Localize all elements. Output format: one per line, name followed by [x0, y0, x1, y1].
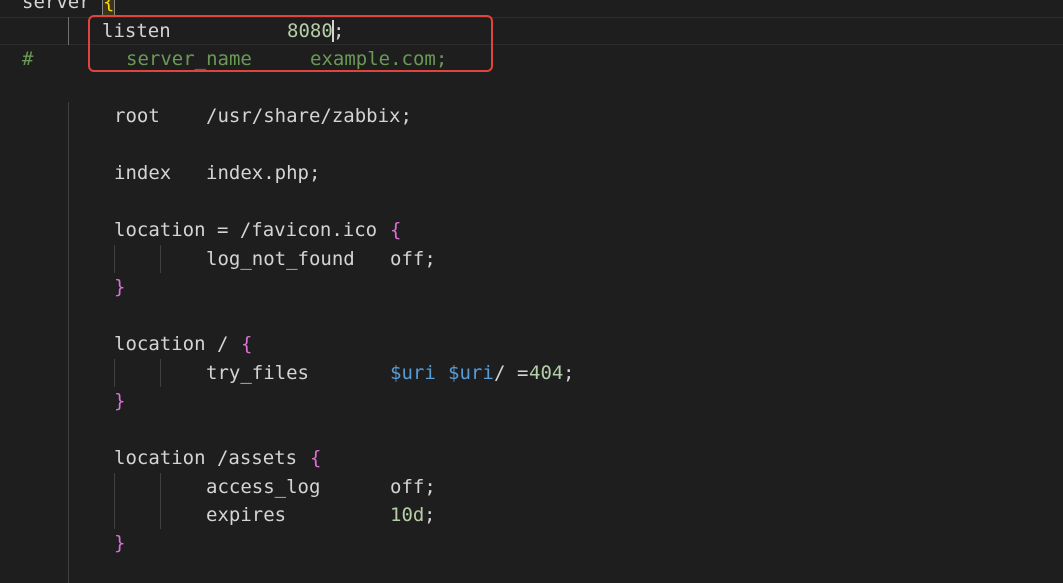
code-line-server[interactable]: server { [0, 0, 116, 17]
code-line-log-not-found[interactable]: log_not_found off; [0, 245, 436, 273]
location-root-close-brace: } [114, 390, 126, 412]
expires-semicolon: ; [424, 504, 436, 526]
indent-guide-root-block-2 [160, 359, 161, 387]
code-line-try-files[interactable]: try_files $uri $uri / = 404 ; [0, 359, 574, 387]
comment-hash: # [22, 48, 34, 70]
server-keyword: server [22, 0, 91, 13]
indent-guide-root-block [114, 359, 115, 387]
indent-guide-outer [68, 102, 69, 583]
location-favicon-open-brace: { [390, 219, 402, 241]
try-files-status-code: 404 [529, 362, 564, 384]
location-root-head: location / [114, 333, 229, 355]
location-assets-open-brace: { [310, 447, 322, 469]
indent-guide-assets-block-2 [160, 473, 161, 529]
code-line-location-favicon[interactable]: location = /favicon.ico { [0, 216, 401, 244]
location-assets-head: location /assets [114, 447, 298, 469]
annotation-highlight-box [88, 15, 493, 72]
log-not-found-directive: log_not_found [206, 248, 355, 270]
code-line-location-root-close[interactable]: } [0, 387, 125, 415]
server-open-brace: { [101, 0, 116, 17]
code-line-root[interactable]: root /usr/share/zabbix; [0, 102, 412, 130]
access-log-value: off; [390, 476, 436, 498]
root-path: /usr/share/zabbix; [206, 105, 412, 127]
location-root-open-brace: { [241, 333, 253, 355]
code-line-location-assets-close[interactable]: } [0, 529, 125, 557]
code-line-location-assets[interactable]: location /assets { [0, 444, 321, 472]
code-line-access-log[interactable]: access_log off; [0, 473, 436, 501]
code-line-expires[interactable]: expires 10d ; [0, 501, 435, 529]
indent-guide-assets-block [114, 473, 115, 529]
access-log-directive: access_log [206, 476, 321, 498]
code-line-location-favicon-close[interactable]: } [0, 273, 125, 301]
location-favicon-head: location = /favicon.ico [114, 219, 378, 241]
code-editor[interactable]: server { listen 8080 ; # server_name exa… [0, 0, 1063, 583]
try-files-uri-dir-var: $uri [448, 362, 494, 384]
try-files-equals: = [517, 362, 529, 384]
try-files-semicolon: ; [563, 362, 575, 384]
indent-guide-outer-active [68, 17, 69, 45]
log-not-found-value: off; [390, 248, 436, 270]
code-line-listen[interactable]: listen 8080 ; [0, 17, 344, 45]
expires-directive: expires [206, 504, 287, 526]
indent-guide-favicon-block [114, 245, 115, 273]
location-assets-close-brace: } [114, 532, 126, 554]
root-directive: root [114, 105, 160, 127]
try-files-uri-var: $uri [390, 362, 436, 384]
code-line-location-root[interactable]: location / { [0, 330, 252, 358]
location-favicon-close-brace: } [114, 276, 126, 298]
try-files-slash: / [494, 362, 506, 384]
try-files-directive: try_files [206, 362, 309, 384]
expires-value: 10d [390, 504, 425, 526]
code-line-index[interactable]: index index.php; [0, 159, 320, 187]
code-line-server-name-commented[interactable]: # server_name example.com; [0, 45, 447, 73]
index-value: index.php; [206, 162, 321, 184]
indent-guide-favicon-block-2 [160, 245, 161, 273]
index-directive: index [114, 162, 172, 184]
